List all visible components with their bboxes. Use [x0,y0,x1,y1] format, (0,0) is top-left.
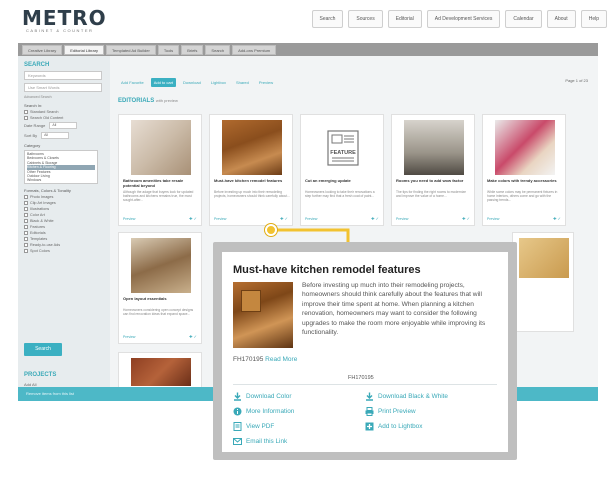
popup-divider [233,384,497,385]
email-link-button[interactable]: Email this Link [233,437,287,446]
view-pdf-label: View PDF [246,423,275,430]
view-pdf-button[interactable]: View PDF [233,422,274,431]
preview-popup: Must-have kitchen remodel features Befor… [222,252,508,452]
pdf-icon [233,422,242,431]
download-bw-label: Download Black & White [378,393,448,400]
email-link-label: Email this Link [246,438,288,445]
popup-body: Before investing up much into their remo… [302,282,486,337]
info-icon [233,407,242,416]
download-color-button[interactable]: Download Color [233,392,291,401]
download-color-label: Download Color [246,393,292,400]
email-icon [233,438,242,445]
download-icon [234,392,241,401]
article-id: FH170195 [233,356,264,363]
callout-dot [265,224,277,236]
download-bw-button[interactable]: Download Black & White [365,392,448,401]
download-icon [366,392,373,401]
popup-id-line: FH170195 Read More [233,356,297,363]
print-preview-button[interactable]: Print Preview [365,407,416,416]
printer-icon [365,407,374,416]
add-to-lightbox-button[interactable]: Add to Lightbox [365,422,422,431]
more-information-label: More Information [246,408,295,415]
plus-box-icon [365,422,374,431]
print-preview-label: Print Preview [378,408,416,415]
more-information-button[interactable]: More Information [233,407,294,416]
read-more-link[interactable]: Read More [265,356,297,363]
add-to-lightbox-label: Add to Lightbox [378,423,423,430]
popup-title: Must-have kitchen remodel features [233,264,421,276]
article-id-secondary: FH170195 [348,375,374,381]
kitchen-image [233,282,293,348]
